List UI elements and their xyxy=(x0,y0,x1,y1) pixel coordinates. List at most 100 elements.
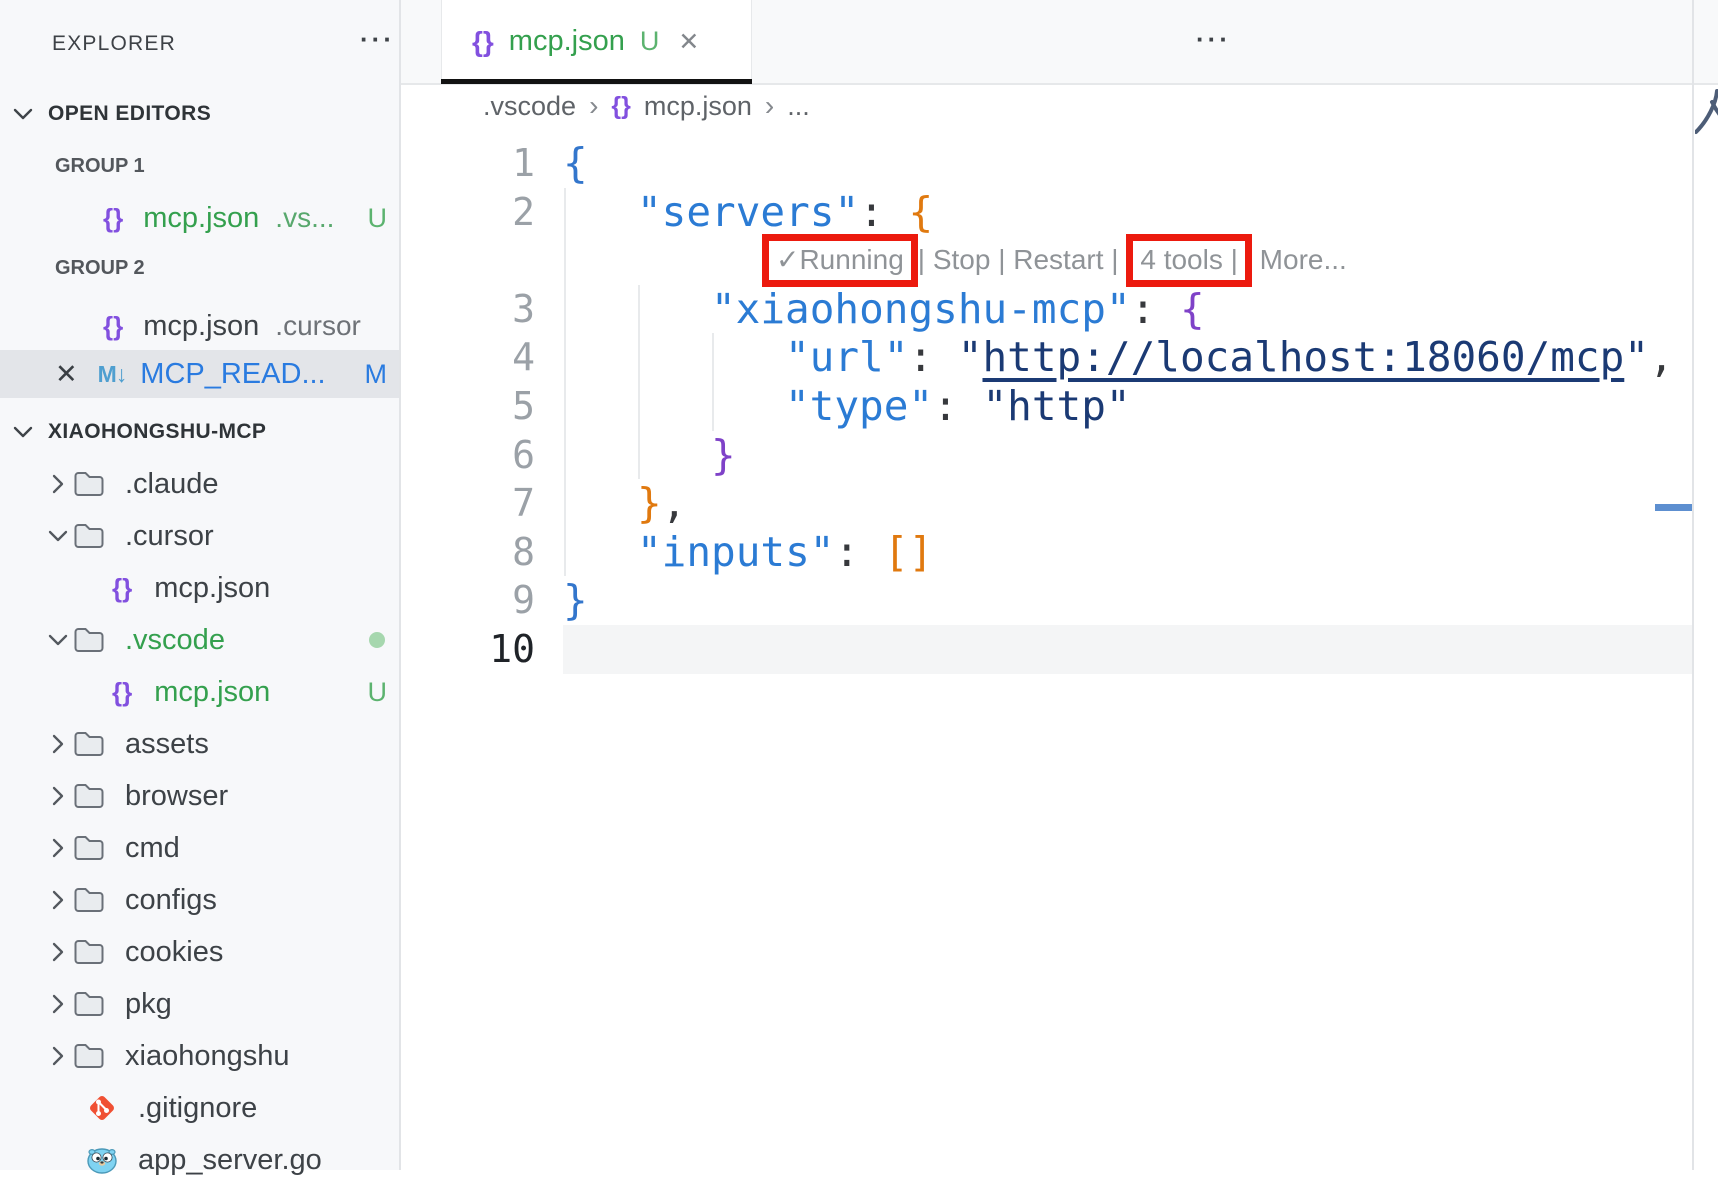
chevron-down-icon xyxy=(10,101,36,127)
close-icon[interactable]: ✕ xyxy=(678,27,699,57)
json-file-icon: {} xyxy=(112,677,132,708)
indent-guide xyxy=(638,285,640,479)
folder-icon xyxy=(71,833,107,863)
tree-item-assets[interactable]: assets xyxy=(0,718,399,770)
tree-item-claude[interactable]: .claude xyxy=(0,458,399,510)
annotation-box-tools: 4 tools | xyxy=(1126,234,1252,286)
breadcrumb-file[interactable]: mcp.json xyxy=(644,91,752,122)
folder-icon xyxy=(71,781,107,811)
breadcrumb-symbol[interactable]: ... xyxy=(787,91,810,122)
code-line: 8 "inputs": [] xyxy=(401,528,1692,577)
indent-guide xyxy=(564,188,566,577)
sidebar-more-actions-icon[interactable]: ··· xyxy=(360,24,395,55)
tree-item-cursor[interactable]: .cursor xyxy=(0,510,399,562)
git-untracked-badge: U xyxy=(640,26,660,57)
chevron-right-icon xyxy=(45,731,71,757)
editor-tab-bar: {} mcp.json U ✕ xyxy=(401,0,1692,85)
git-modified-badge: M xyxy=(365,359,388,390)
line-number: 3 xyxy=(401,285,535,334)
overview-ruler-cursor-marker xyxy=(1655,504,1692,511)
code-line: 3 "xiaohongshu-mcp": { xyxy=(401,285,1692,334)
mcp-server-status[interactable]: ✓Running xyxy=(776,244,904,275)
sidebar-header: EXPLORER xyxy=(0,24,399,64)
code-line-current: 10 xyxy=(401,625,1692,674)
code-editor[interactable]: 1 { 2 "servers": { ✓Running| Stop | Rest… xyxy=(401,127,1692,1170)
folder-icon xyxy=(71,729,107,759)
annotation-box-running: ✓Running xyxy=(762,234,918,286)
chevron-right-icon xyxy=(45,783,71,809)
second-editor-group-tab-bar xyxy=(1694,0,1718,85)
line-number: 2 xyxy=(401,188,535,237)
line-number: 8 xyxy=(401,528,535,577)
codelens-row: ✓Running | Stop | Restart | 4 tools | Mor… xyxy=(401,236,1692,285)
folder-icon xyxy=(71,521,107,551)
chevron-right-icon xyxy=(45,887,71,913)
breadcrumb-folder[interactable]: .vscode xyxy=(483,91,576,122)
editor-group-1-header: GROUP 1 xyxy=(0,146,399,186)
open-editor-item-mcp-readme-selected[interactable]: ✕ M↓ MCP_READ... M xyxy=(0,350,399,398)
open-editor-path: .cursor xyxy=(275,310,361,342)
git-untracked-badge: U xyxy=(368,203,388,234)
tree-item-xiaohongshu[interactable]: xiaohongshu xyxy=(0,1030,399,1082)
mcp-tools-count[interactable]: 4 tools | xyxy=(1140,244,1238,275)
tree-item-gitignore[interactable]: .gitignore xyxy=(0,1082,399,1134)
folder-icon xyxy=(71,989,107,1019)
url-link[interactable]: http://localhost:18060/mcp xyxy=(982,333,1624,381)
folder-icon xyxy=(71,1041,107,1071)
json-file-icon: {} xyxy=(611,92,630,121)
markdown-file-icon: M↓ xyxy=(98,361,127,388)
tree-item-cmd[interactable]: cmd xyxy=(0,822,399,874)
tree-item-cookies[interactable]: cookies xyxy=(0,926,399,978)
line-number: 9 xyxy=(401,576,535,625)
code-line: 9 } xyxy=(401,576,1692,625)
breadcrumb: .vscode › {} mcp.json › ... xyxy=(401,85,1692,127)
explorer-sidebar: EXPLORER ··· OPEN EDITORS GROUP 1 {} mcp… xyxy=(0,0,401,1170)
codelens-actions[interactable]: | Stop | Restart | xyxy=(918,236,1127,285)
active-tab-underline xyxy=(441,79,752,84)
tree-item-vscode[interactable]: .vscode xyxy=(0,614,399,666)
git-icon xyxy=(84,1093,120,1123)
indent-guide xyxy=(712,333,714,430)
chevron-right-icon: › xyxy=(589,90,598,122)
codelens-more[interactable]: More... xyxy=(1252,236,1347,285)
tree-item-browser[interactable]: browser xyxy=(0,770,399,822)
code-line: 6 } xyxy=(401,431,1692,480)
tree-item-configs[interactable]: configs xyxy=(0,874,399,926)
git-changes-dot-badge xyxy=(369,632,385,648)
open-editor-name: MCP_READ... xyxy=(140,358,325,391)
line-number: 10 xyxy=(401,625,535,674)
chevron-down-icon xyxy=(45,523,71,549)
project-root-label: XIAOHONGSHU-MCP xyxy=(48,420,266,444)
project-root-header[interactable]: XIAOHONGSHU-MCP xyxy=(0,410,399,454)
editor-group-2-header: GROUP 2 xyxy=(0,248,399,288)
editor-group-divider[interactable] xyxy=(1692,0,1694,1170)
open-editors-label: OPEN EDITORS xyxy=(48,102,211,126)
open-editor-item-mcp-json-vscode[interactable]: {} mcp.json .vs... U xyxy=(0,192,399,244)
json-file-icon: {} xyxy=(103,203,123,234)
tree-item-pkg[interactable]: pkg xyxy=(0,978,399,1030)
chevron-right-icon xyxy=(45,939,71,965)
line-number: 1 xyxy=(401,139,535,188)
git-untracked-badge: U xyxy=(368,677,388,708)
tree-item-app-server-go[interactable]: app_server.go xyxy=(0,1134,399,1186)
chevron-down-icon xyxy=(10,419,36,445)
chevron-right-icon xyxy=(45,1043,71,1069)
chevron-down-icon xyxy=(45,627,71,653)
code-line: 4 "url": "http://localhost:18060/mcp", xyxy=(401,333,1692,382)
open-editor-name: mcp.json xyxy=(143,202,259,235)
line-number: 7 xyxy=(401,479,535,528)
tab-label: mcp.json xyxy=(509,25,625,58)
code-line: 7 }, xyxy=(401,479,1692,528)
editor-more-actions-icon[interactable]: ··· xyxy=(1196,24,1231,55)
chevron-right-icon xyxy=(45,991,71,1017)
close-icon[interactable]: ✕ xyxy=(55,359,78,390)
open-editor-item-mcp-json-cursor[interactable]: {} mcp.json .cursor xyxy=(0,300,399,352)
tree-item-vscode-mcp-json[interactable]: {} mcp.json U xyxy=(0,666,399,718)
json-file-icon: {} xyxy=(112,573,132,604)
code-line: 2 "servers": { xyxy=(401,188,1692,237)
tree-item-cursor-mcp-json[interactable]: {} mcp.json xyxy=(0,562,399,614)
folder-icon xyxy=(71,885,107,915)
open-editors-section[interactable]: OPEN EDITORS xyxy=(0,92,399,136)
tab-mcp-json[interactable]: {} mcp.json U ✕ xyxy=(441,0,752,83)
line-number: 5 xyxy=(401,382,535,431)
